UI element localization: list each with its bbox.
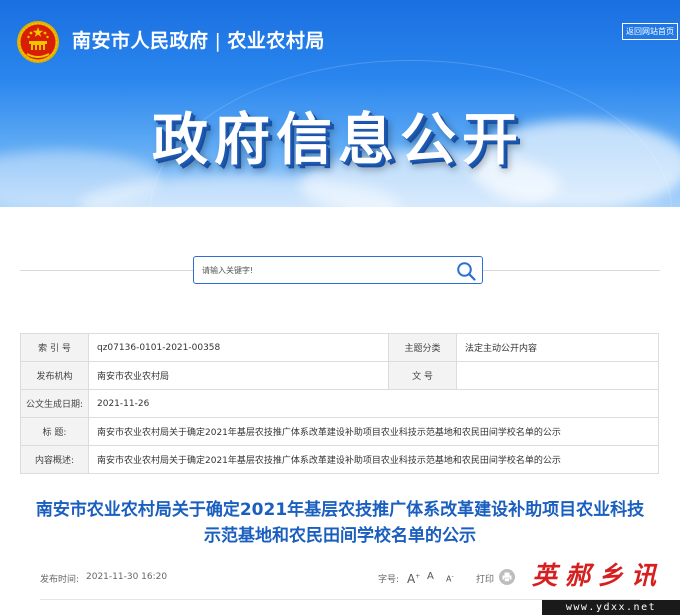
summary-label: 内容概述:	[20, 445, 89, 474]
document-date-value: 2021-11-26	[88, 389, 659, 418]
site-name-separator: |	[214, 30, 222, 52]
document-number-label: 文 号	[388, 361, 457, 390]
document-meta-table: 索 引 号 qz07136-0101-2021-00358 主题分类 法定主动公…	[20, 333, 659, 474]
banner-title: 政府信息公开	[152, 108, 524, 173]
table-row: 公文生成日期: 2021-11-26	[20, 389, 659, 418]
site-name-bureau: 农业农村局	[227, 30, 325, 52]
font-size-increase-button[interactable]: A+	[407, 569, 420, 587]
search-icon[interactable]	[456, 261, 476, 281]
publisher-value: 南安市农业农村局	[88, 361, 389, 390]
document-date-label: 公文生成日期:	[20, 389, 89, 418]
index-number-value: qz07136-0101-2021-00358	[88, 333, 389, 362]
category-label: 主题分类	[388, 333, 457, 362]
watermark-logo-text: 英郝乡讯	[532, 561, 665, 590]
title-value: 南安市农业农村局关于确定2021年基层农技推广体系改革建设补助项目农业科技示范基…	[88, 417, 659, 446]
document-number-value	[456, 361, 659, 390]
font-size-decrease-sign: -	[451, 573, 454, 580]
publish-time-value: 2021-11-30 16:20	[86, 572, 168, 582]
font-size-decrease-button[interactable]: A-	[446, 569, 454, 588]
article-title: 南安市农业农村局关于确定2021年基层农技推广体系改革建设补助项目农业科技示范基…	[35, 500, 645, 546]
site-name: 南安市人民政府 | 农业农村局	[72, 28, 325, 54]
table-row: 索 引 号 qz07136-0101-2021-00358 主题分类 法定主动公…	[20, 333, 659, 362]
table-row: 标 题: 南安市农业农村局关于确定2021年基层农技推广体系改革建设补助项目农业…	[20, 417, 659, 446]
category-value: 法定主动公开内容	[456, 333, 659, 362]
title-label: 标 题:	[20, 417, 89, 446]
return-home-link[interactable]: 返回网站首页	[622, 23, 678, 40]
index-number-label: 索 引 号	[20, 333, 89, 362]
national-emblem-icon	[17, 21, 59, 63]
search-box[interactable]	[193, 256, 483, 284]
font-size-increase-glyph: A	[407, 572, 416, 586]
site-name-government: 南安市人民政府	[72, 30, 209, 52]
print-label[interactable]: 打印	[476, 572, 494, 585]
header-banner: 南安市人民政府 | 农业农村局 返回网站首页 政府信息公开	[0, 0, 680, 207]
table-row: 发布机构 南安市农业农村局 文 号	[20, 361, 659, 390]
publisher-label: 发布机构	[20, 361, 89, 390]
print-icon[interactable]	[499, 569, 515, 585]
font-size-default-button[interactable]: A	[427, 569, 434, 585]
search-input[interactable]	[202, 257, 442, 283]
font-size-label: 字号:	[378, 575, 400, 585]
table-row: 内容概述: 南安市农业农村局关于确定2021年基层农技推广体系改革建设补助项目农…	[20, 445, 659, 474]
summary-value: 南安市农业农村局关于确定2021年基层农技推广体系改革建设补助项目农业科技示范基…	[88, 445, 659, 474]
watermark-url: www.ydxx.net	[542, 600, 680, 615]
font-size-increase-sign: +	[415, 573, 421, 580]
publish-time-label: 发布时间:	[40, 575, 80, 585]
